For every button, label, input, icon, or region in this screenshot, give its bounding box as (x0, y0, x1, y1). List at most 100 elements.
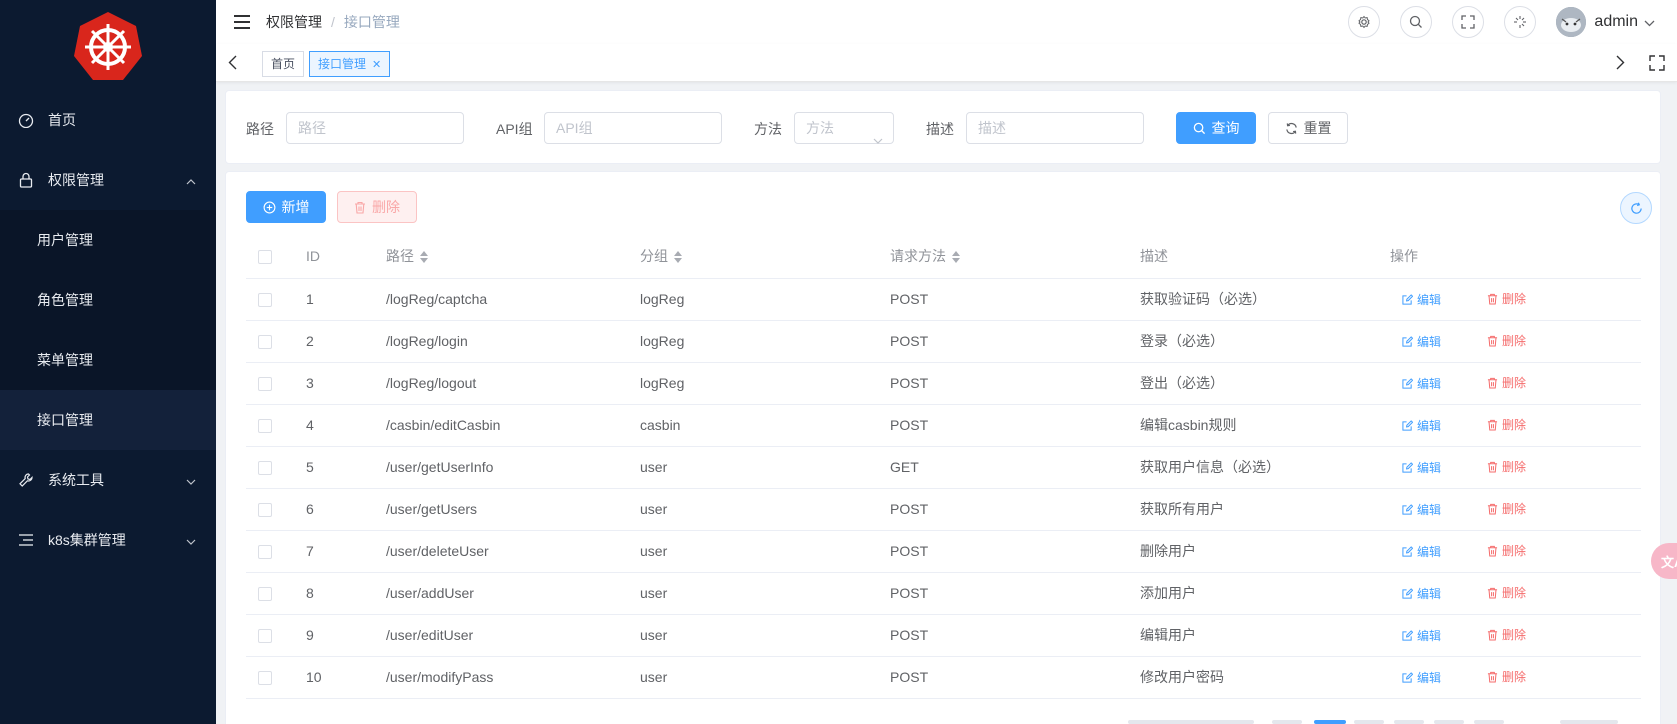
edit-button[interactable]: 编辑 (1402, 585, 1441, 602)
pager-item[interactable] (1474, 720, 1504, 724)
sidebar-item-menu-mgmt[interactable]: 菜单管理 (0, 330, 216, 390)
breadcrumb: 权限管理 / 接口管理 (266, 12, 400, 32)
trash-icon (354, 201, 366, 214)
group-input[interactable]: API组 (544, 112, 722, 144)
pager-item[interactable] (1394, 720, 1424, 724)
pager-item[interactable] (1354, 720, 1384, 724)
sortable-header[interactable]: 请求方法 (890, 234, 1140, 279)
sortable-header[interactable]: 路径 (386, 234, 640, 279)
path-input[interactable]: 路径 (286, 112, 464, 144)
method-select[interactable]: 方法 (794, 112, 894, 144)
fullscreen-icon (1461, 15, 1476, 29)
cell-method: POST (890, 543, 929, 559)
button-label: 删除 (1502, 334, 1527, 349)
tag-home[interactable]: 首页 (262, 51, 305, 77)
chevron-left-icon[interactable] (228, 55, 237, 73)
table-row: 10/user/modifyPass user POST 修改用户密码 编辑 删除 (246, 656, 1641, 699)
edit-button[interactable]: 编辑 (1402, 291, 1441, 308)
add-button[interactable]: 新增 (246, 191, 326, 223)
delete-button[interactable]: 删除 (1487, 584, 1526, 601)
trash-icon (1487, 461, 1498, 473)
tag-label: 接口管理 (318, 57, 367, 71)
edit-button[interactable]: 编辑 (1402, 375, 1441, 392)
edit-button[interactable]: 编辑 (1402, 627, 1441, 644)
edit-icon (1402, 335, 1413, 347)
pager-item[interactable] (1434, 720, 1464, 724)
row-checkbox[interactable] (258, 419, 272, 434)
sortable-header[interactable]: 分组 (640, 234, 890, 279)
cell-id: 9 (306, 627, 314, 643)
row-checkbox[interactable] (258, 587, 272, 602)
row-checkbox[interactable] (258, 461, 272, 476)
table-row: 6/user/getUsers user POST 获取所有用户 编辑 删除 (246, 488, 1641, 531)
edit-button[interactable]: 编辑 (1402, 333, 1441, 350)
pager-item[interactable] (1272, 720, 1302, 724)
edit-button[interactable]: 编辑 (1402, 669, 1441, 686)
row-checkbox[interactable] (258, 671, 272, 686)
sidebar-item-home[interactable]: 首页 (0, 90, 216, 150)
sort-icon[interactable] (674, 251, 682, 264)
cell-path: /casbin/editCasbin (386, 417, 501, 433)
edit-button[interactable]: 编辑 (1402, 417, 1441, 434)
delete-button[interactable]: 删除 (1487, 290, 1526, 307)
delete-button[interactable]: 删除 (1487, 374, 1526, 391)
row-checkbox[interactable] (258, 545, 272, 560)
page-jump-input[interactable] (1560, 720, 1618, 724)
sidebar-item-k8s[interactable]: k8s集群管理 (0, 510, 216, 570)
pager-item-active[interactable] (1314, 720, 1346, 724)
row-checkbox[interactable] (258, 503, 272, 518)
refresh-button[interactable] (1620, 192, 1652, 224)
sidebar-item-permissions[interactable]: 权限管理 (0, 150, 216, 210)
avatar[interactable] (1556, 7, 1587, 37)
chevron-right-icon[interactable] (1616, 55, 1625, 73)
row-checkbox[interactable] (258, 377, 272, 392)
sidebar-item-system-tools[interactable]: 系统工具 (0, 450, 216, 510)
page-size-select[interactable] (1128, 720, 1254, 724)
edit-button[interactable]: 编辑 (1402, 501, 1441, 518)
delete-button[interactable]: 删除 (1487, 542, 1526, 559)
sort-icon[interactable] (952, 251, 960, 264)
select-all-checkbox[interactable] (258, 249, 272, 264)
username[interactable]: admin (1594, 13, 1638, 31)
edit-button[interactable]: 编辑 (1402, 543, 1441, 560)
button-label: 查询 (1211, 120, 1240, 136)
tag-api-mgmt[interactable]: 接口管理 ✕ (309, 51, 391, 77)
cell-method: POST (890, 669, 929, 685)
sort-icon[interactable] (420, 251, 428, 264)
query-button[interactable]: 查询 (1176, 112, 1256, 144)
desc-input[interactable]: 描述 (966, 112, 1144, 144)
sidebar-item-user-mgmt[interactable]: 用户管理 (0, 210, 216, 270)
row-checkbox[interactable] (258, 629, 272, 644)
fullscreen-button[interactable] (1452, 6, 1485, 38)
fullscreen-icon[interactable] (1649, 55, 1665, 74)
row-checkbox[interactable] (258, 293, 272, 308)
delete-button[interactable]: 删除 (1487, 500, 1526, 517)
delete-button[interactable]: 删除 (1487, 626, 1526, 643)
settings-button[interactable] (1348, 6, 1381, 38)
breadcrumb-item[interactable]: 权限管理 (266, 12, 322, 32)
path-label: 路径 (246, 121, 274, 137)
sidebar-item-role-mgmt[interactable]: 角色管理 (0, 270, 216, 330)
hamburger-icon[interactable] (234, 15, 250, 29)
table-row: 2/logReg/login logReg POST 登录（必选） 编辑 删除 (246, 320, 1641, 363)
cell-path: /user/getUsers (386, 501, 478, 517)
cell-group: user (640, 669, 668, 685)
chevron-down-icon[interactable] (1644, 14, 1655, 30)
delete-button[interactable]: 删除 (1487, 416, 1526, 433)
delete-button[interactable]: 删除 (1487, 668, 1526, 685)
row-checkbox[interactable] (258, 335, 272, 350)
search-button[interactable] (1400, 6, 1433, 38)
cell-desc: 删除用户 (1140, 543, 1196, 559)
theme-button[interactable] (1504, 6, 1537, 38)
sidebar-item-api-mgmt[interactable]: 接口管理 (0, 390, 216, 450)
edit-button[interactable]: 编辑 (1402, 459, 1441, 476)
delete-button[interactable]: 删除 (1487, 332, 1526, 349)
trash-icon (1487, 671, 1498, 683)
cell-group: user (640, 543, 668, 559)
table-row: 4/casbin/editCasbin casbin POST 编辑casbin规则 编… (246, 404, 1641, 447)
list-icon (18, 532, 34, 548)
reset-button[interactable]: 重置 (1268, 112, 1348, 144)
sidebar-item-label: 接口管理 (37, 412, 93, 428)
delete-button[interactable]: 删除 (1487, 458, 1526, 475)
close-icon[interactable]: ✕ (372, 59, 381, 71)
